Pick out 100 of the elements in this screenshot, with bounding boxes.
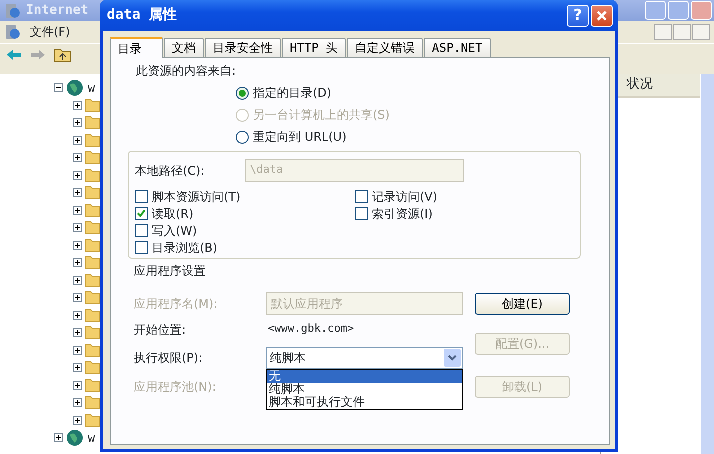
folder-icon — [85, 342, 101, 358]
plus-icon — [74, 172, 81, 179]
folder-icon — [85, 290, 101, 306]
expand-box[interactable] — [73, 206, 82, 215]
expand-box[interactable] — [73, 188, 82, 198]
folder-icon — [85, 360, 101, 376]
folder-icon — [85, 115, 101, 130]
expand-box[interactable] — [73, 153, 82, 162]
checkbox[interactable]: 写入(W) — [135, 222, 355, 239]
expand-box[interactable] — [73, 398, 82, 408]
tab[interactable]: ASP.NET — [424, 38, 491, 57]
plus-icon — [74, 329, 81, 336]
check-icon — [137, 209, 146, 218]
field-label: 应用程序名(M): — [134, 296, 219, 312]
section-label: 应用程序设置 — [134, 263, 207, 279]
help-button[interactable]: ? — [567, 4, 589, 26]
expand-box[interactable] — [73, 100, 82, 110]
expand-box[interactable] — [73, 240, 82, 250]
dropdown-option[interactable]: 脚本和可执行文件 — [267, 396, 462, 409]
plus-icon — [74, 259, 81, 266]
plus-icon — [74, 399, 81, 406]
plus-icon — [74, 382, 81, 389]
tab[interactable]: 目录安全性 — [205, 38, 281, 57]
forward-arrow-icon — [30, 48, 46, 60]
button[interactable]: 创建(E) — [475, 293, 570, 315]
tree-label[interactable]: w — [88, 78, 96, 97]
folder-icon — [85, 168, 101, 183]
dropdown[interactable]: 纯脚本 — [266, 347, 463, 369]
expand-box[interactable] — [73, 276, 82, 285]
field-label: 应用程序池(N): — [134, 379, 218, 396]
server-icon — [4, 2, 20, 18]
expand-box[interactable] — [73, 363, 82, 372]
tab[interactable]: 自定义错误 — [347, 38, 424, 57]
plus-icon — [74, 364, 81, 372]
collapse-box[interactable] — [54, 83, 63, 92]
expand-box[interactable] — [73, 170, 82, 180]
expand-box[interactable] — [73, 310, 82, 320]
folder-icon — [85, 308, 101, 323]
back-arrow-icon — [6, 48, 22, 60]
expand-box[interactable] — [73, 328, 82, 338]
plus-icon — [74, 416, 81, 424]
radio-button[interactable] — [236, 130, 249, 144]
folder-icon — [85, 412, 101, 428]
dialog-title: data 属性 — [107, 6, 178, 25]
scrollbar[interactable] — [700, 74, 714, 454]
expand-box[interactable] — [54, 433, 63, 442]
field-label: 执行权限(P): — [134, 350, 204, 367]
expand-box[interactable] — [73, 223, 82, 232]
folder-icon — [85, 150, 101, 166]
folder-up-icon — [54, 46, 72, 62]
globe-icon — [66, 78, 84, 97]
checkbox[interactable]: 目录浏览(B) — [135, 239, 355, 256]
expand-box[interactable] — [73, 380, 82, 390]
plus-icon — [74, 119, 81, 126]
dropdown-option[interactable]: 纯脚本 — [267, 383, 462, 396]
expand-box[interactable] — [73, 416, 82, 425]
plus-icon — [74, 189, 81, 196]
radio-button[interactable] — [236, 86, 249, 100]
expand-box[interactable] — [73, 293, 82, 302]
tab[interactable]: 目录 — [110, 37, 163, 58]
expand-box[interactable] — [73, 136, 82, 145]
tab[interactable]: 文档 — [164, 38, 204, 57]
plus-icon — [74, 294, 81, 302]
plus-icon — [74, 312, 81, 319]
folder-icon — [85, 202, 101, 218]
folder-icon — [85, 395, 101, 410]
folder-icon — [85, 185, 101, 200]
folder-icon — [85, 272, 101, 288]
plus-icon — [74, 102, 81, 109]
chevron-down-icon — [448, 355, 457, 361]
expand-box[interactable] — [73, 118, 82, 128]
folder-icon — [85, 255, 101, 270]
window-title: Internet — [26, 2, 89, 20]
globe-icon — [66, 428, 84, 447]
folder-icon — [85, 325, 101, 340]
plus-icon — [55, 434, 62, 442]
server-icon — [4, 24, 20, 40]
section-label: 此资源的内容来自: — [136, 63, 238, 79]
folder-icon — [85, 98, 101, 113]
checkbox[interactable]: 记录访问(V) — [355, 188, 555, 205]
checkbox[interactable]: 脚本资源访问(T) — [135, 188, 355, 205]
expand-box[interactable] — [73, 346, 82, 355]
plus-icon — [74, 276, 81, 284]
plus-icon — [74, 206, 81, 214]
dropdown-option[interactable]: 无 — [267, 370, 462, 383]
folder-icon — [85, 238, 101, 253]
field-label: 本地路径(C): — [135, 162, 206, 180]
plus-icon — [74, 154, 81, 162]
dropdown-value: 纯脚本 — [270, 350, 306, 367]
close-icon — [596, 10, 608, 22]
checkbox[interactable]: 索引资源(I) — [355, 205, 555, 222]
plus-icon — [74, 136, 81, 144]
tab[interactable]: HTTP 头 — [282, 38, 346, 57]
checkbox[interactable]: 读取(R) — [135, 205, 355, 222]
menu-item[interactable]: 文件(F) — [30, 23, 70, 41]
plus-icon — [74, 346, 81, 354]
expand-box[interactable] — [73, 258, 82, 268]
radio-option[interactable]: 重定向到 URL(U) — [236, 126, 609, 148]
tree-label[interactable]: w — [88, 428, 96, 447]
start-location: <www.gbk.com> — [268, 321, 354, 338]
